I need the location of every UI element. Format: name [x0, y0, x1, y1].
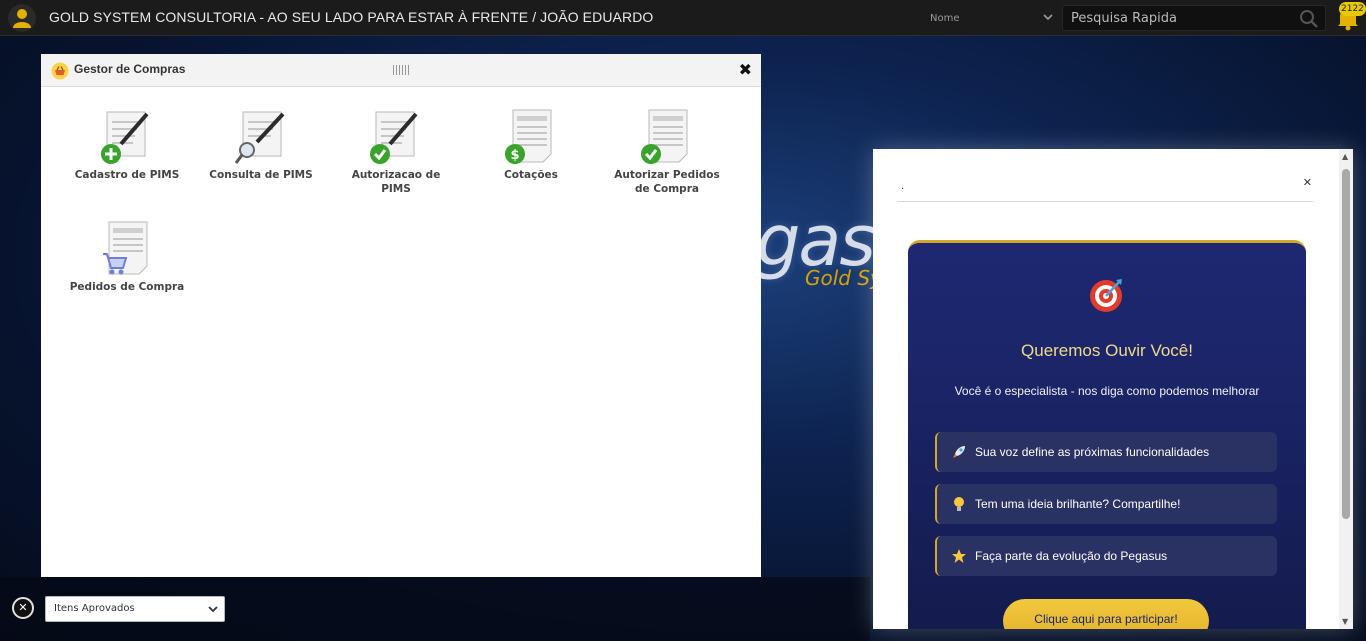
chevron-down-icon: [1042, 10, 1054, 27]
scroll-down-icon[interactable]: ▼: [1342, 617, 1348, 626]
shopping-cart-document-icon: [99, 220, 155, 278]
chevron-down-icon: [208, 604, 218, 617]
divider: [897, 201, 1313, 202]
document-search-icon: [233, 108, 289, 166]
popup-scrollbar[interactable]: ▲ ▼: [1339, 149, 1353, 629]
svg-text:$: $: [510, 148, 519, 163]
feedback-title: Queremos Ouvir Você!: [1021, 341, 1193, 360]
launcher-autorizacao-pims[interactable]: Autorizacao de PIMS: [336, 108, 456, 196]
top-bar: GOLD SYSTEM CONSULTORIA - AO SEU LADO PA…: [0, 0, 1366, 36]
lightbulb-icon: [949, 496, 969, 512]
window-title: Gestor de Compras: [74, 62, 186, 76]
feedback-popup: . ✕ ▲ ▼ Queremos Ouvir Você! Você é o es…: [873, 149, 1353, 629]
search-field-value: Nome: [930, 12, 960, 24]
launcher-consulta-pims[interactable]: Consulta de PIMS: [201, 108, 321, 182]
order-check-icon: [639, 108, 695, 166]
close-window-button[interactable]: ✖: [739, 60, 752, 79]
quick-search-input[interactable]: [1063, 6, 1293, 30]
feature-item: Sua voz define as próximas funcionalidad…: [935, 432, 1277, 472]
feature-text: Tem uma ideia brilhante? Compartilhe!: [975, 497, 1181, 511]
shopping-basket-icon: [51, 62, 69, 84]
target-icon: [1088, 277, 1124, 313]
document-check-icon: [368, 108, 424, 166]
search-field-select[interactable]: Nome: [928, 6, 1058, 30]
status-filter-value: Itens Aprovados: [54, 603, 135, 614]
launcher-label: Cadastro de PIMS: [74, 169, 180, 181]
feature-item: Faça parte da evolução do Pegasus: [935, 536, 1277, 576]
brand-logo-subtext: Gold Sy: [805, 266, 882, 290]
notification-badge: 2122: [1339, 2, 1366, 16]
launcher-label: Autorizar Pedidos de Compra: [614, 169, 720, 195]
quick-search: [1062, 5, 1326, 31]
window-header[interactable]: Gestor de Compras ✖: [41, 54, 761, 87]
app-title: GOLD SYSTEM CONSULTORIA - AO SEU LADO PA…: [49, 9, 654, 25]
status-filter-select[interactable]: Itens Aprovados: [45, 596, 225, 622]
feature-text: Sua voz define as próximas funcionalidad…: [975, 445, 1210, 459]
document-add-icon: [99, 108, 155, 166]
popup-header-text: .: [901, 181, 905, 192]
feature-text: Faça parte da evolução do Pegasus: [975, 549, 1168, 563]
drag-handle[interactable]: [393, 65, 409, 75]
participate-button[interactable]: Clique aqui para participar!: [1003, 599, 1209, 629]
launcher-pedidos-compra[interactable]: Pedidos de Compra: [67, 220, 187, 294]
close-icon[interactable]: ✕: [12, 597, 34, 619]
launcher-cotacoes[interactable]: $ Cotações: [471, 108, 591, 182]
bottom-bar: ✕ Itens Aprovados: [0, 577, 870, 641]
launcher-label: Consulta de PIMS: [209, 169, 313, 181]
user-avatar-icon[interactable]: [8, 4, 36, 32]
price-document-icon: $: [503, 108, 559, 166]
close-popup-button[interactable]: ✕: [1303, 176, 1312, 189]
launcher-autorizar-pedidos[interactable]: Autorizar Pedidos de Compra: [607, 108, 727, 196]
launcher-label: Pedidos de Compra: [69, 281, 185, 293]
launcher-label: Autorizacao de PIMS: [351, 169, 441, 195]
launcher-cadastro-pims[interactable]: Cadastro de PIMS: [67, 108, 187, 182]
gestor-compras-window: Gestor de Compras ✖ Cadastro de PIMS Con…: [41, 54, 761, 577]
launcher-label: Cotações: [504, 169, 558, 181]
star-icon: [949, 548, 969, 564]
feature-item: Tem uma ideia brilhante? Compartilhe!: [935, 484, 1277, 524]
scroll-up-icon[interactable]: ▲: [1342, 152, 1348, 161]
feedback-card: Queremos Ouvir Você! Você é o especialis…: [908, 240, 1306, 629]
rocket-icon: [949, 444, 969, 460]
search-icon[interactable]: [1299, 9, 1319, 33]
feedback-subtitle: Você é o especialista - nos diga como po…: [954, 384, 1260, 398]
scrollbar-thumb[interactable]: [1342, 169, 1350, 519]
